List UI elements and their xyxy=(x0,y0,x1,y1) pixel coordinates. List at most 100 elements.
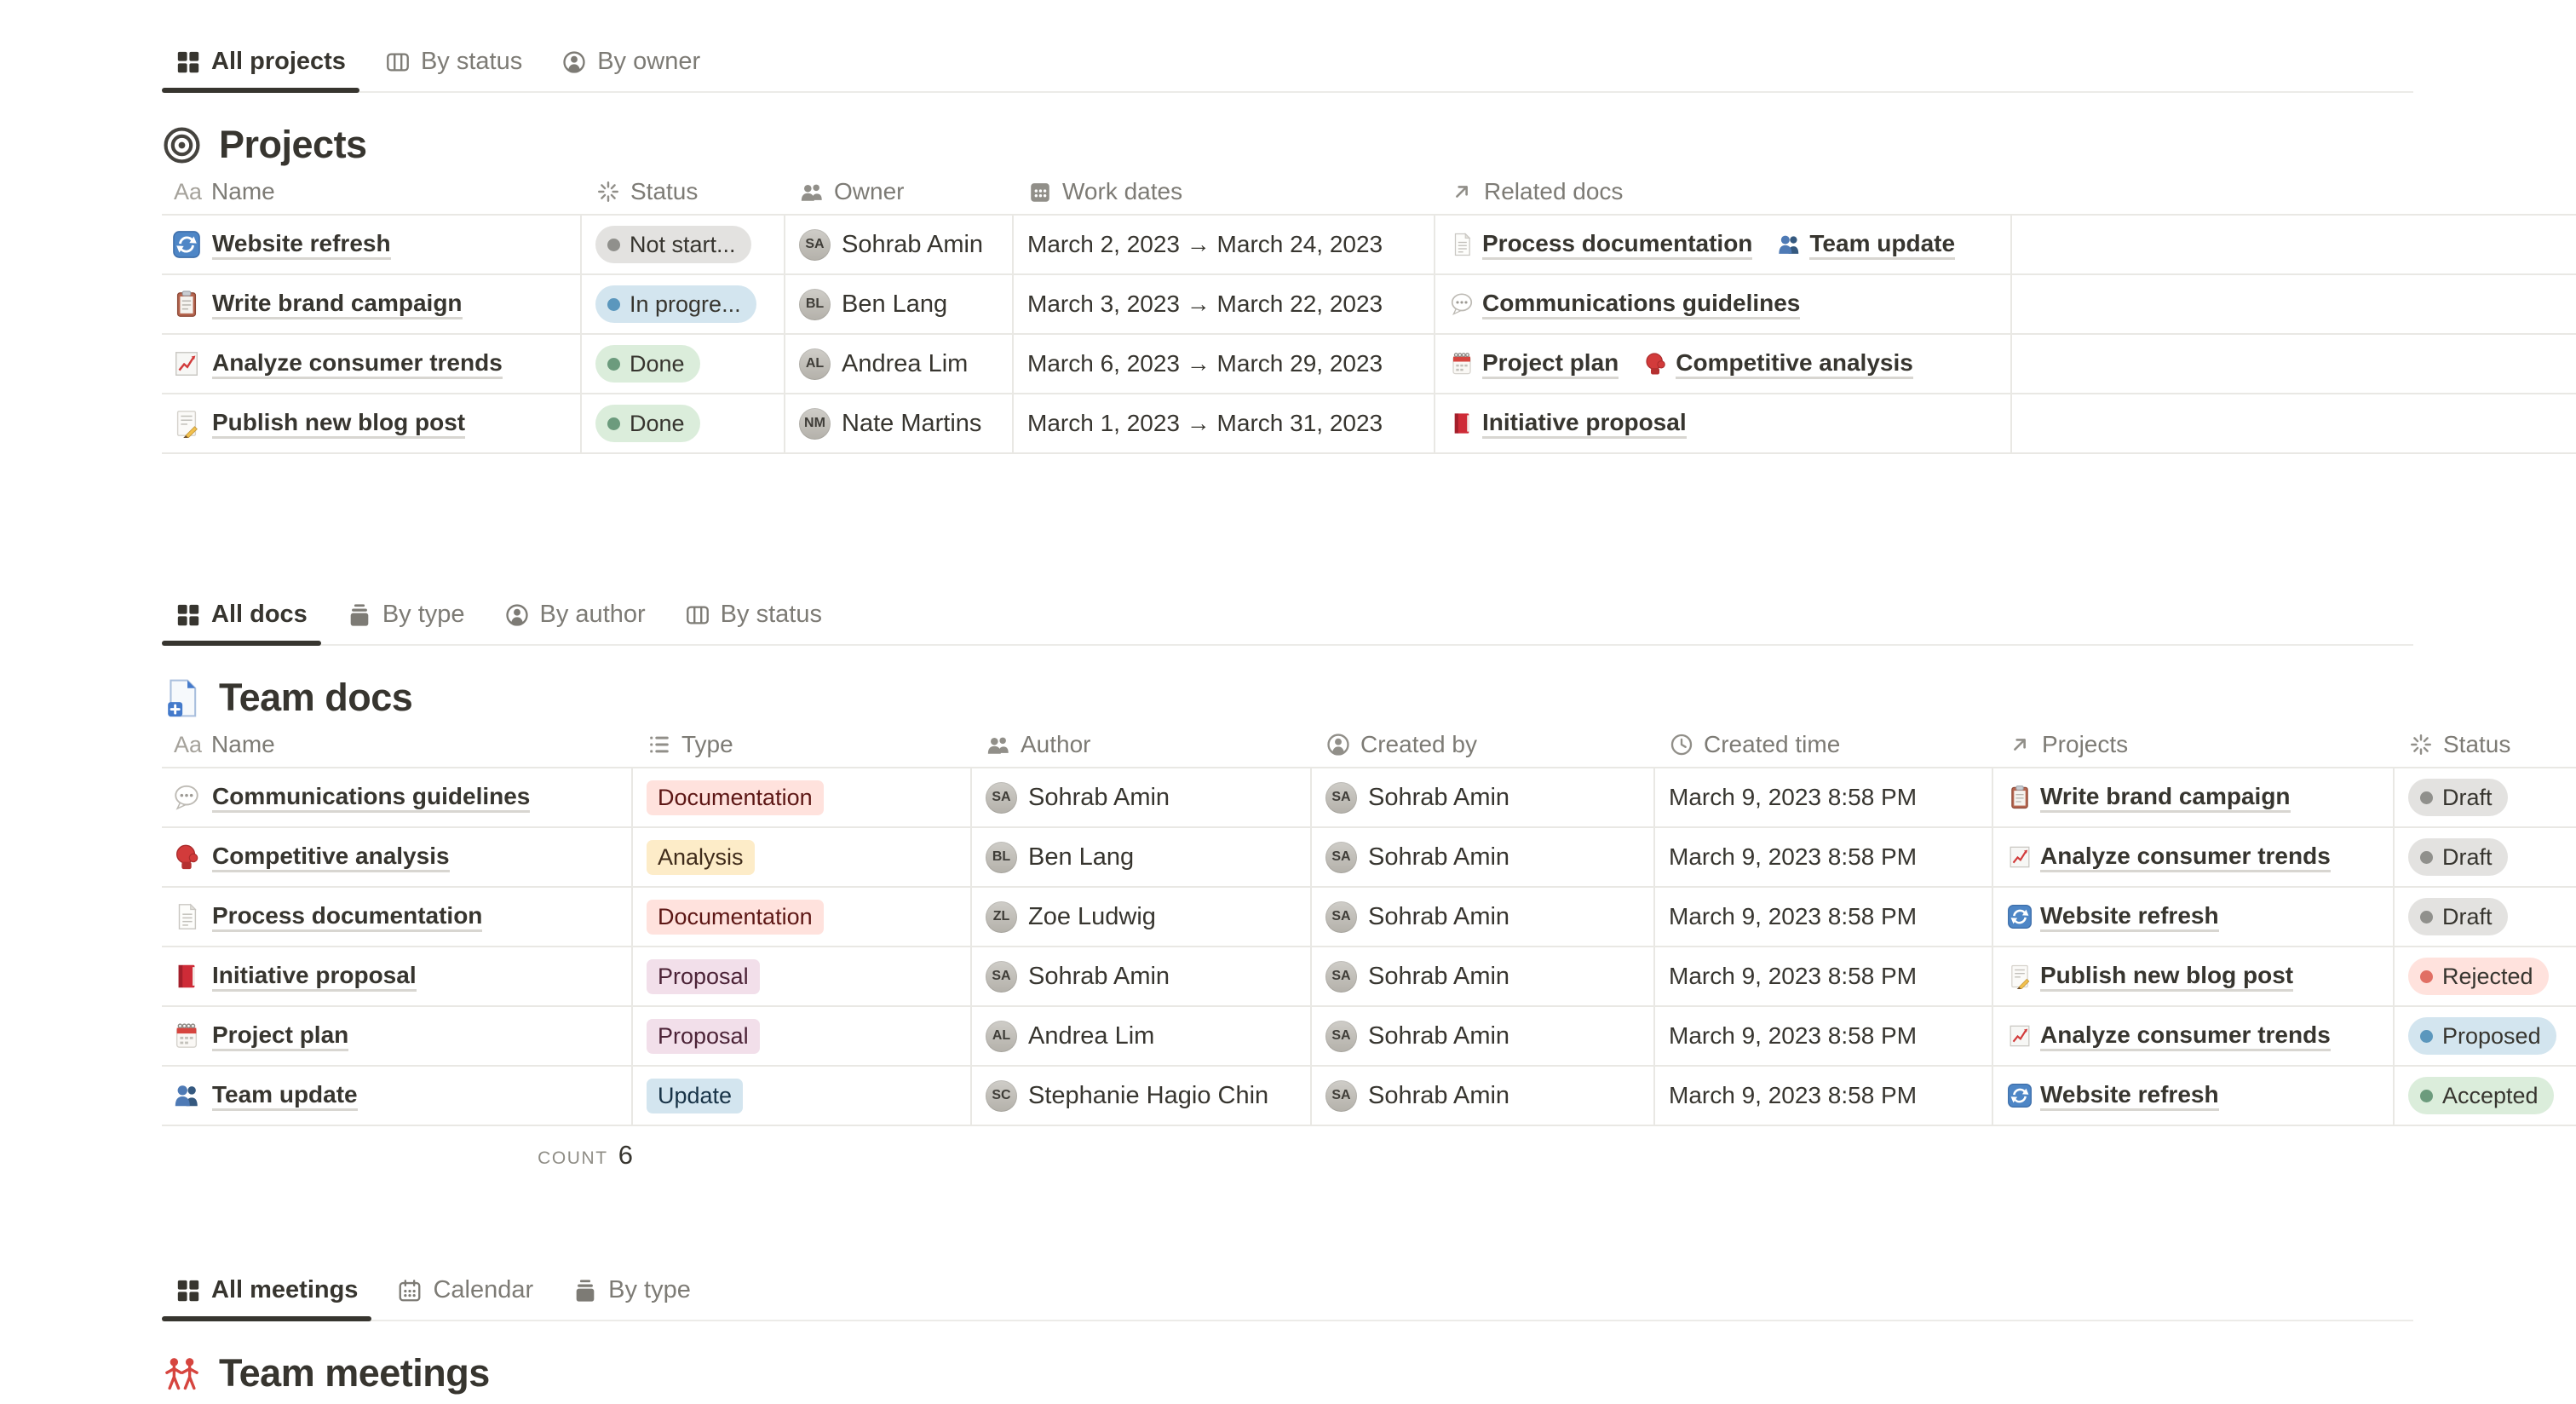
column-header-owner[interactable]: Owner xyxy=(785,170,1014,214)
tab-by-type[interactable]: By type xyxy=(333,587,479,644)
tab-by-status[interactable]: By status xyxy=(371,34,536,91)
column-header-work-dates[interactable]: Work dates xyxy=(1014,170,1435,214)
type-tag[interactable]: Documentation xyxy=(647,780,824,815)
column-header-projects[interactable]: Projects xyxy=(1993,722,2395,767)
owner-cell[interactable]: BL Ben Lang xyxy=(785,275,1014,333)
status-pill[interactable]: Done xyxy=(595,345,700,383)
column-header-lead[interactable]: Lead xyxy=(980,1398,1320,1404)
related-docs-cell[interactable]: Project plan Competitive analysis xyxy=(1435,335,2012,393)
created-by-cell[interactable]: SA Sohrab Amin xyxy=(1312,947,1655,1005)
column-header-related-docs[interactable]: Related docs xyxy=(1435,170,2012,214)
doc-link[interactable]: Initiative proposal xyxy=(1449,408,1687,440)
name-cell[interactable]: Website refresh xyxy=(162,216,582,273)
project-link[interactable]: Website refresh xyxy=(2007,901,2219,933)
page-link[interactable]: Initiative proposal xyxy=(212,961,417,993)
author-cell[interactable]: AL Andrea Lim xyxy=(972,1007,1312,1065)
owner-cell[interactable]: NM Nate Martins xyxy=(785,394,1014,452)
status-cell[interactable]: Accepted xyxy=(2395,1067,2576,1125)
page-link[interactable]: Competitive analysis xyxy=(212,842,450,873)
tab-all-meetings[interactable]: All meetings xyxy=(162,1263,371,1320)
created-time-cell[interactable]: March 9, 2023 8:58 PM xyxy=(1655,768,1993,826)
type-cell[interactable]: Proposal xyxy=(633,947,972,1005)
page-link[interactable]: Project plan xyxy=(212,1021,348,1052)
meetings-db-title[interactable]: Team meetings xyxy=(162,1349,2576,1398)
name-cell[interactable]: Write brand campaign xyxy=(162,275,582,333)
created-by-cell[interactable]: SA Sohrab Amin xyxy=(1312,1007,1655,1065)
status-pill[interactable]: In progre... xyxy=(595,285,756,323)
created-time-cell[interactable]: March 9, 2023 8:58 PM xyxy=(1655,1067,1993,1125)
tab-by-owner[interactable]: By owner xyxy=(548,34,714,91)
author-cell[interactable]: ZL Zoe Ludwig xyxy=(972,888,1312,946)
projects-cell[interactable]: Publish new blog post xyxy=(1993,947,2395,1005)
project-link[interactable]: Website refresh xyxy=(2007,1080,2219,1112)
column-header-status[interactable]: Status xyxy=(582,170,785,214)
tab-all-docs[interactable]: All docs xyxy=(162,587,321,644)
column-header-meeting-date[interactable]: Meeting date xyxy=(1320,1398,1746,1404)
name-cell[interactable]: Analyze consumer trends xyxy=(162,335,582,393)
work-dates-cell[interactable]: March 3, 2023 → March 22, 2023 xyxy=(1014,275,1435,333)
status-pill[interactable]: Proposed xyxy=(2408,1017,2556,1055)
status-cell[interactable]: Draft xyxy=(2395,888,2576,946)
name-cell[interactable]: Communications guidelines xyxy=(162,768,633,826)
projects-cell[interactable]: Write brand campaign xyxy=(1993,768,2395,826)
status-pill[interactable]: Draft xyxy=(2408,779,2508,816)
projects-cell[interactable]: Website refresh xyxy=(1993,888,2395,946)
created-time-cell[interactable]: March 9, 2023 8:58 PM xyxy=(1655,828,1993,886)
type-cell[interactable]: Analysis xyxy=(633,828,972,886)
related-docs-cell[interactable]: Process documentation Team update xyxy=(1435,216,2012,273)
owner-cell[interactable]: SA Sohrab Amin xyxy=(785,216,1014,273)
author-cell[interactable]: BL Ben Lang xyxy=(972,828,1312,886)
status-pill[interactable]: Done xyxy=(595,405,700,442)
related-docs-cell[interactable]: Communications guidelines xyxy=(1435,275,2012,333)
status-pill[interactable]: Not start... xyxy=(595,226,751,263)
created-time-cell[interactable]: March 9, 2023 8:58 PM xyxy=(1655,888,1993,946)
name-cell[interactable]: Project plan xyxy=(162,1007,633,1065)
work-dates-cell[interactable]: March 2, 2023 → March 24, 2023 xyxy=(1014,216,1435,273)
status-cell[interactable]: Done xyxy=(582,335,785,393)
name-cell[interactable]: Competitive analysis xyxy=(162,828,633,886)
column-header-author[interactable]: Author xyxy=(972,722,1312,767)
status-cell[interactable]: Rejected xyxy=(2395,947,2576,1005)
type-tag[interactable]: Update xyxy=(647,1079,743,1113)
created-by-cell[interactable]: SA Sohrab Amin xyxy=(1312,768,1655,826)
column-header-name[interactable]: Aa Name xyxy=(162,1398,639,1404)
doc-link[interactable]: Competitive analysis xyxy=(1642,348,1913,380)
created-by-cell[interactable]: SA Sohrab Amin xyxy=(1312,888,1655,946)
type-cell[interactable]: Documentation xyxy=(633,888,972,946)
page-link[interactable]: Website refresh xyxy=(212,229,391,261)
projects-db-title[interactable]: Projects xyxy=(162,120,2576,170)
column-header-created-time[interactable]: Created time xyxy=(1655,722,1993,767)
tab-by-type[interactable]: By type xyxy=(559,1263,704,1320)
page-link[interactable]: Communications guidelines xyxy=(212,782,530,814)
status-pill[interactable]: Accepted xyxy=(2408,1077,2554,1114)
status-cell[interactable]: Not start... xyxy=(582,216,785,273)
status-cell[interactable]: In progre... xyxy=(582,275,785,333)
tab-by-status[interactable]: By status xyxy=(671,587,836,644)
status-pill[interactable]: Draft xyxy=(2408,898,2508,935)
doc-link[interactable]: Team update xyxy=(1776,229,1955,261)
created-by-cell[interactable]: SA Sohrab Amin xyxy=(1312,828,1655,886)
tab-by-author[interactable]: By author xyxy=(491,587,659,644)
owner-cell[interactable]: AL Andrea Lim xyxy=(785,335,1014,393)
page-link[interactable]: Publish new blog post xyxy=(212,408,465,440)
tab-calendar[interactable]: Calendar xyxy=(383,1263,547,1320)
projects-cell[interactable]: Analyze consumer trends xyxy=(1993,828,2395,886)
page-link[interactable]: Team update xyxy=(212,1080,358,1112)
doc-link[interactable]: Process documentation xyxy=(1449,229,1752,261)
name-cell[interactable]: Publish new blog post xyxy=(162,394,582,452)
count-aggregate[interactable]: COUNT 6 xyxy=(162,1126,641,1186)
status-cell[interactable]: Draft xyxy=(2395,828,2576,886)
type-tag[interactable]: Documentation xyxy=(647,900,824,935)
column-header-type[interactable]: Type xyxy=(639,1398,980,1404)
author-cell[interactable]: SA Sohrab Amin xyxy=(972,768,1312,826)
status-pill[interactable]: Draft xyxy=(2408,838,2508,876)
type-tag[interactable]: Proposal xyxy=(647,959,760,994)
status-pill[interactable]: Rejected xyxy=(2408,958,2549,995)
docs-db-title[interactable]: Team docs xyxy=(162,673,2576,722)
column-header-created-by[interactable]: Created by xyxy=(1312,722,1655,767)
doc-link[interactable]: Communications guidelines xyxy=(1449,289,1800,320)
projects-cell[interactable]: Website refresh xyxy=(1993,1067,2395,1125)
status-cell[interactable]: Draft xyxy=(2395,768,2576,826)
name-cell[interactable]: Team update xyxy=(162,1067,633,1125)
column-header-status[interactable]: Status xyxy=(2395,722,2576,767)
